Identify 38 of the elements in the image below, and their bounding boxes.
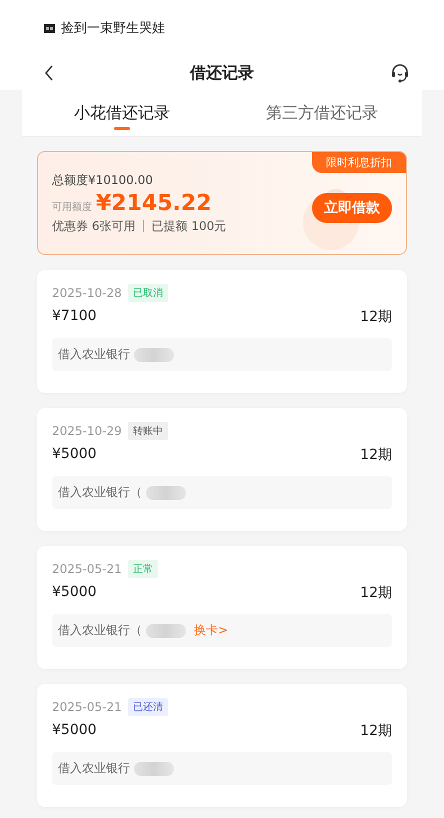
- status-tag: 正常: [128, 560, 158, 578]
- available-label: 可用额度: [52, 200, 92, 214]
- record-date: 2025-10-29: [52, 424, 122, 438]
- account-text: 借入农业银行: [58, 346, 130, 363]
- tab[interactable]: 小花借还记录: [22, 90, 222, 136]
- tab[interactable]: 第三方借还记录: [222, 90, 422, 136]
- status-tag: 已还清: [128, 698, 168, 716]
- raised-limit-text: 已提额 100元: [152, 218, 226, 234]
- record-card[interactable]: 2025-05-21 正常 ¥5000 12期 借入农业银行（ 换卡>: [37, 546, 407, 669]
- loan-amount: ¥5000: [52, 446, 97, 464]
- account-text: 借入农业银行（: [58, 622, 142, 639]
- loan-term: 12期: [360, 446, 392, 464]
- loan-amount: ¥5000: [52, 722, 97, 740]
- loan-term: 12期: [360, 308, 392, 326]
- loan-term: 12期: [360, 722, 392, 740]
- loan-term: 12期: [360, 584, 392, 602]
- coupon-text: 优惠券 6张可用: [52, 218, 136, 234]
- account-text: 借入农业银行: [58, 760, 130, 777]
- headset-icon[interactable]: [390, 63, 410, 83]
- loan-amount: ¥7100: [52, 308, 97, 326]
- back-icon[interactable]: [44, 65, 54, 81]
- record-date: 2025-10-28: [52, 286, 122, 300]
- page-title: 借还记录: [190, 62, 254, 84]
- record-card[interactable]: 2025-10-28 已取消 ¥7100 12期 借入农业银行: [37, 270, 407, 393]
- status-tag: 转账中: [128, 422, 168, 440]
- total-limit: 总额度¥10100.00: [52, 172, 154, 188]
- notification-text: 捡到一束野生哭娃: [61, 20, 165, 37]
- status-tag: 已取消: [128, 284, 168, 302]
- record-date: 2025-05-21: [52, 562, 122, 576]
- record-card[interactable]: 2025-10-29 转账中 ¥5000 12期 借入农业银行（: [37, 408, 407, 531]
- record-card[interactable]: 2025-05-21 已还清 ¥5000 12期 借入农业银行: [37, 684, 407, 807]
- loan-amount: ¥5000: [52, 584, 97, 602]
- discount-ribbon: 限时利息折扣: [312, 152, 406, 173]
- available-amount: ¥2145.22: [96, 190, 212, 216]
- record-date: 2025-05-21: [52, 700, 122, 714]
- separator: |: [141, 218, 146, 234]
- account-text: 借入农业银行（: [58, 484, 142, 501]
- notification-icon: [44, 24, 55, 32]
